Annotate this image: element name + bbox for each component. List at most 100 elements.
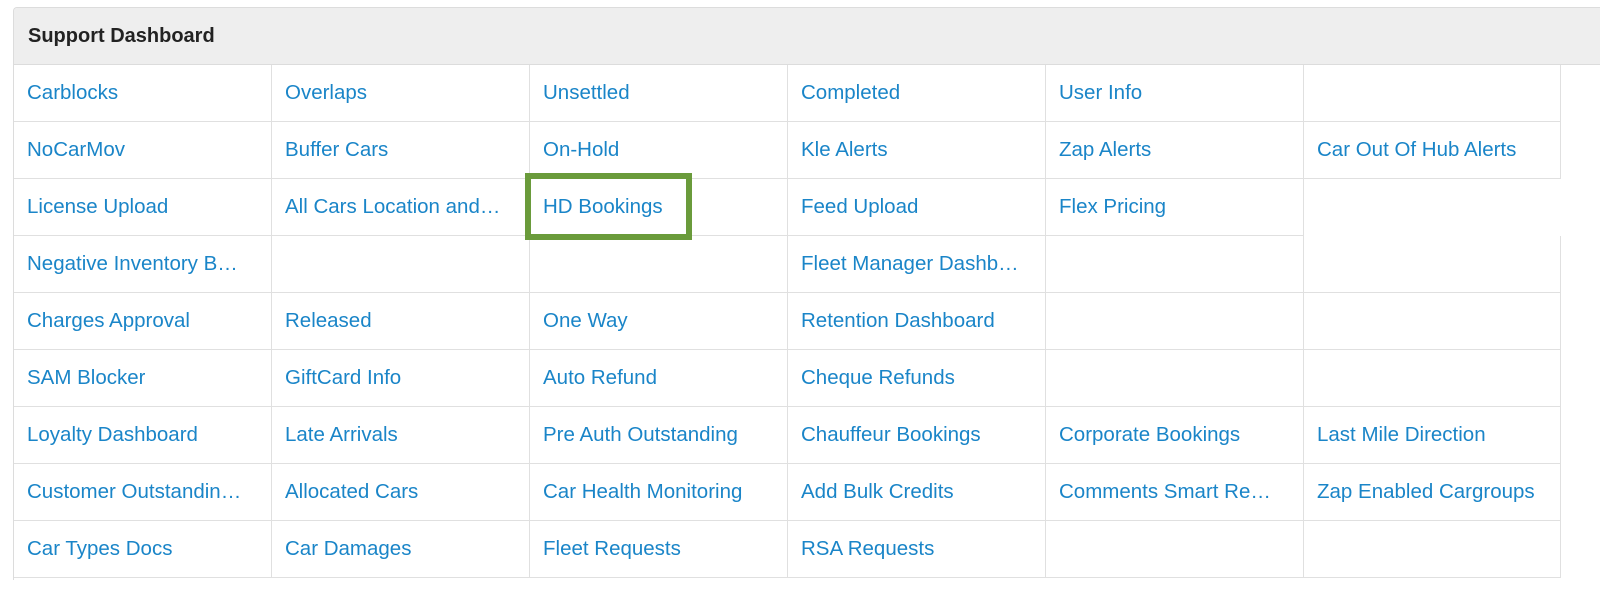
dashboard-cell-allocated-cars[interactable]: Allocated Cars [272, 464, 530, 521]
dashboard-link-user-info[interactable]: User Info [1059, 81, 1142, 105]
dashboard-link-zap-enabled-cargroups[interactable]: Zap Enabled Cargroups [1317, 480, 1535, 504]
dashboard-cell-kle-alerts[interactable]: Kle Alerts [788, 122, 1046, 179]
dashboard-cell-hd-bookings[interactable]: HD Bookings [530, 179, 788, 236]
dashboard-link-car-health-monitoring[interactable]: Car Health Monitoring [543, 480, 742, 504]
dashboard-cell-customer-outstandin[interactable]: Customer Outstandin… [14, 464, 272, 521]
empty-cell [1046, 350, 1304, 407]
dashboard-cell-fleet-requests[interactable]: Fleet Requests [530, 521, 788, 578]
dashboard-link-zap-alerts[interactable]: Zap Alerts [1059, 138, 1151, 162]
dashboard-cell-one-way[interactable]: One Way [530, 293, 788, 350]
dashboard-link-late-arrivals[interactable]: Late Arrivals [285, 423, 398, 447]
dashboard-link-corporate-bookings[interactable]: Corporate Bookings [1059, 423, 1240, 447]
dashboard-cell-late-arrivals[interactable]: Late Arrivals [272, 407, 530, 464]
dashboard-cell-add-bulk-credits[interactable]: Add Bulk Credits [788, 464, 1046, 521]
dashboard-link-customer-outstandin[interactable]: Customer Outstandin… [27, 480, 241, 504]
dashboard-cell-nocarmov[interactable]: NoCarMov [14, 122, 272, 179]
dashboard-link-feed-upload[interactable]: Feed Upload [801, 195, 918, 219]
dashboard-link-completed[interactable]: Completed [801, 81, 900, 105]
dashboard-cell-last-mile-direction[interactable]: Last Mile Direction [1304, 407, 1561, 464]
dashboard-cell-retention-dashboard[interactable]: Retention Dashboard [788, 293, 1046, 350]
dashboard-link-released[interactable]: Released [285, 309, 372, 333]
dashboard-cell-cheque-refunds[interactable]: Cheque Refunds [788, 350, 1046, 407]
dashboard-link-sam-blocker[interactable]: SAM Blocker [27, 366, 145, 390]
dashboard-cell-completed[interactable]: Completed [788, 65, 1046, 122]
dashboard-cell-user-info[interactable]: User Info [1046, 65, 1304, 122]
dashboard-link-pre-auth-outstanding[interactable]: Pre Auth Outstanding [543, 423, 738, 447]
dashboard-cell-comments-smart-re[interactable]: Comments Smart Re… [1046, 464, 1304, 521]
dashboard-link-car-types-docs[interactable]: Car Types Docs [27, 537, 172, 561]
dashboard-cell-released[interactable]: Released [272, 293, 530, 350]
dashboard-cell-zap-enabled-cargroups[interactable]: Zap Enabled Cargroups [1304, 464, 1561, 521]
table-row: License Upload All Cars Location and… HD B… [14, 179, 1600, 236]
dashboard-cell-car-out-of-hub-alerts[interactable]: Car Out Of Hub Alerts [1304, 122, 1561, 179]
dashboard-link-negative-inventory-b[interactable]: Negative Inventory B… [27, 252, 238, 276]
dashboard-link-fleet-requests[interactable]: Fleet Requests [543, 537, 681, 561]
dashboard-cell-zap-alerts[interactable]: Zap Alerts [1046, 122, 1304, 179]
dashboard-cell-chauffeur-bookings[interactable]: Chauffeur Bookings [788, 407, 1046, 464]
panel-title: Support Dashboard [28, 24, 215, 47]
table-row: NoCarMov Buffer Cars On-Hold Kle Alerts Zap … [14, 122, 1600, 179]
dashboard-link-retention-dashboard[interactable]: Retention Dashboard [801, 309, 995, 333]
dashboard-link-kle-alerts[interactable]: Kle Alerts [801, 138, 888, 162]
dashboard-cell-flex-pricing[interactable]: Flex Pricing [1046, 179, 1304, 236]
table-row: Customer Outstandin… Allocated Cars Car He… [14, 464, 1600, 521]
dashboard-link-car-out-of-hub-alerts[interactable]: Car Out Of Hub Alerts [1317, 138, 1516, 162]
dashboard-cell-giftcard-info[interactable]: GiftCard Info [272, 350, 530, 407]
dashboard-cell-auto-refund[interactable]: Auto Refund [530, 350, 788, 407]
dashboard-cell-negative-inventory-b[interactable]: Negative Inventory B… [14, 236, 272, 293]
dashboard-link-overlaps[interactable]: Overlaps [285, 81, 367, 105]
dashboard-cell-fleet-manager-dashb[interactable]: Fleet Manager Dashb… [788, 236, 1046, 293]
empty-cell [272, 236, 530, 293]
dashboard-link-carblocks[interactable]: Carblocks [27, 81, 118, 105]
dashboard-cell-car-damages[interactable]: Car Damages [272, 521, 530, 578]
panel-header: Support Dashboard [14, 8, 1600, 65]
dashboard-link-nocarmov[interactable]: NoCarMov [27, 138, 125, 162]
dashboard-link-license-upload[interactable]: License Upload [27, 195, 168, 219]
dashboard-cell-loyalty-dashboard[interactable]: Loyalty Dashboard [14, 407, 272, 464]
dashboard-link-loyalty-dashboard[interactable]: Loyalty Dashboard [27, 423, 198, 447]
dashboard-link-unsettled[interactable]: Unsettled [543, 81, 630, 105]
dashboard-cell-all-cars-location-and[interactable]: All Cars Location and… [272, 179, 530, 236]
dashboard-cell-license-upload[interactable]: License Upload [14, 179, 272, 236]
dashboard-link-grid: Carblocks Overlaps Unsettled Completed User … [14, 65, 1600, 578]
dashboard-link-one-way[interactable]: One Way [543, 309, 628, 333]
empty-cell [1046, 521, 1304, 578]
dashboard-link-allocated-cars[interactable]: Allocated Cars [285, 480, 418, 504]
dashboard-cell-corporate-bookings[interactable]: Corporate Bookings [1046, 407, 1304, 464]
dashboard-link-flex-pricing[interactable]: Flex Pricing [1059, 195, 1166, 219]
empty-cell [1304, 521, 1561, 578]
support-dashboard-panel: Support Dashboard Carblocks Overlaps Unset… [13, 7, 1600, 580]
dashboard-link-chauffeur-bookings[interactable]: Chauffeur Bookings [801, 423, 981, 447]
dashboard-link-auto-refund[interactable]: Auto Refund [543, 366, 657, 390]
dashboard-link-all-cars-location-and[interactable]: All Cars Location and… [285, 195, 500, 219]
dashboard-cell-overlaps[interactable]: Overlaps [272, 65, 530, 122]
dashboard-cell-car-health-monitoring[interactable]: Car Health Monitoring [530, 464, 788, 521]
dashboard-link-last-mile-direction[interactable]: Last Mile Direction [1317, 423, 1486, 447]
dashboard-link-giftcard-info[interactable]: GiftCard Info [285, 366, 401, 390]
dashboard-cell-pre-auth-outstanding[interactable]: Pre Auth Outstanding [530, 407, 788, 464]
dashboard-cell-carblocks[interactable]: Carblocks [14, 65, 272, 122]
empty-cell [1304, 350, 1561, 407]
dashboard-link-car-damages[interactable]: Car Damages [285, 537, 411, 561]
dashboard-link-on-hold[interactable]: On-Hold [543, 138, 619, 162]
dashboard-link-add-bulk-credits[interactable]: Add Bulk Credits [801, 480, 954, 504]
dashboard-cell-charges-approval[interactable]: Charges Approval [14, 293, 272, 350]
dashboard-cell-sam-blocker[interactable]: SAM Blocker [14, 350, 272, 407]
dashboard-link-fleet-manager-dashb[interactable]: Fleet Manager Dashb… [801, 252, 1019, 276]
empty-cell [1304, 236, 1561, 293]
dashboard-cell-buffer-cars[interactable]: Buffer Cars [272, 122, 530, 179]
empty-cell [530, 236, 788, 293]
dashboard-cell-feed-upload[interactable]: Feed Upload [788, 179, 1046, 236]
dashboard-link-comments-smart-re[interactable]: Comments Smart Re… [1059, 480, 1271, 504]
dashboard-link-cheque-refunds[interactable]: Cheque Refunds [801, 366, 955, 390]
dashboard-cell-rsa-requests[interactable]: RSA Requests [788, 521, 1046, 578]
dashboard-link-charges-approval[interactable]: Charges Approval [27, 309, 190, 333]
dashboard-cell-on-hold[interactable]: On-Hold [530, 122, 788, 179]
dashboard-link-rsa-requests[interactable]: RSA Requests [801, 537, 934, 561]
empty-cell [1304, 179, 1561, 236]
empty-cell [1046, 293, 1304, 350]
dashboard-link-buffer-cars[interactable]: Buffer Cars [285, 138, 388, 162]
dashboard-link-hd-bookings[interactable]: HD Bookings [543, 195, 663, 219]
dashboard-cell-car-types-docs[interactable]: Car Types Docs [14, 521, 272, 578]
dashboard-cell-unsettled[interactable]: Unsettled [530, 65, 788, 122]
